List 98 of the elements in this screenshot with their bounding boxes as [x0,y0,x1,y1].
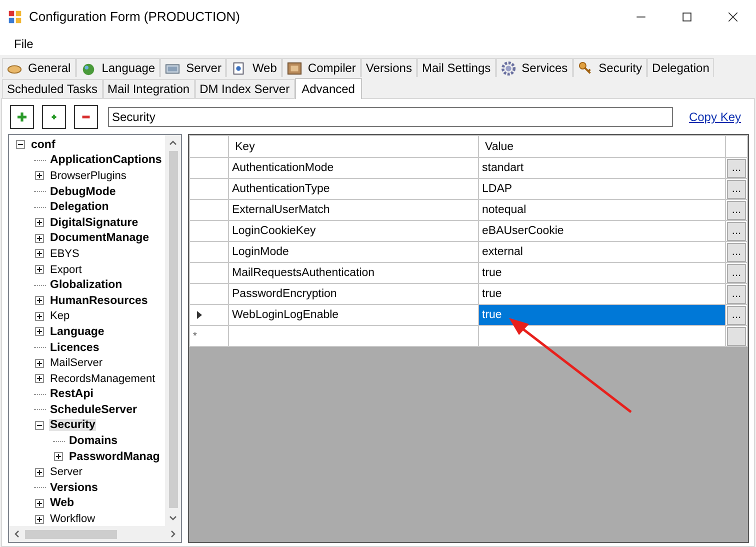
ellipsis-button[interactable]: ... [727,200,746,220]
tree-item[interactable]: MailServer [49,357,104,370]
table-cell[interactable]: notequal [478,200,726,220]
tab[interactable]: Mail Settings [416,58,496,77]
table-cell[interactable]: standart [478,158,726,178]
tab[interactable]: Server [160,58,226,77]
collapse-icon[interactable] [35,420,44,430]
tree-item[interactable]: Web [49,497,76,510]
expand-icon[interactable] [35,265,44,274]
expand-icon[interactable] [35,249,44,258]
expand-icon[interactable] [35,234,44,243]
horizontal-scrollbar[interactable] [9,526,181,542]
table-cell[interactable] [228,326,478,346]
tree-item[interactable]: Kep [49,310,71,322]
table-cell: LoginCookieKey [228,220,478,242]
scrollbar-thumb[interactable] [168,151,178,508]
tab[interactable]: Advanced [294,78,362,99]
tree-item[interactable]: RecordsManagement [49,372,156,385]
tree-item[interactable]: Licences [49,342,100,354]
expand-icon[interactable] [35,312,44,321]
expand-icon[interactable] [35,327,44,336]
expand-icon[interactable] [35,468,44,477]
tree-item[interactable]: conf [30,138,56,151]
tree-item[interactable]: DocumentManage [49,232,150,244]
table-cell: LoginMode [228,242,478,262]
tab[interactable]: Mail Integration [102,79,195,98]
tree-item[interactable]: RestApi [49,388,94,400]
window-title: Configuration Form (PRODUCTION) [29,9,240,24]
column-header[interactable]: Key [228,136,478,158]
tree-item[interactable]: Versions [49,482,99,494]
table-cell[interactable]: external [478,242,726,262]
tab[interactable]: DM Index Server [194,79,295,98]
tree-item[interactable]: Export [49,264,83,276]
new-row-marker: * [190,326,228,346]
table-cell: PasswordEncryption [228,284,478,304]
tree-item[interactable]: Domains [68,435,119,448]
tab[interactable]: Compiler [282,58,361,77]
tree-item[interactable]: Delegation [49,201,110,214]
path-field[interactable]: Security [108,107,673,127]
tab[interactable]: Scheduled Tasks [2,79,103,98]
table-cell[interactable]: LDAP [478,178,726,200]
tab[interactable]: Security [572,58,648,77]
tab[interactable]: Delegation [647,58,714,77]
add-button[interactable] [10,105,34,129]
app-icon [8,10,22,24]
ellipsis-button[interactable]: ... [727,284,746,304]
expand-icon[interactable] [35,498,44,508]
vertical-scrollbar[interactable] [165,135,181,526]
cell-button[interactable] [727,326,746,346]
collapse-icon[interactable] [16,140,25,150]
remove-button[interactable] [74,105,98,129]
table-cell: AuthenticationType [228,178,478,200]
table-cell[interactable]: eBAUserCookie [478,220,726,242]
table-cell: ExternalUserMatch [228,200,478,220]
ellipsis-button[interactable]: ... [727,242,746,262]
tree-item[interactable]: BrowserPlugins [49,170,128,182]
tree-item[interactable]: PasswordManag [68,450,161,463]
ellipsis-button[interactable]: ... [727,158,746,178]
tree-item[interactable]: Language [49,326,106,338]
tree-item[interactable]: EBYS [49,248,80,260]
expand-icon[interactable] [35,514,44,524]
menu-item[interactable]: File [0,37,42,51]
column-header[interactable]: Value [478,136,726,158]
table-cell: MailRequestsAuthentication [228,262,478,284]
add-child-button[interactable] [42,105,66,129]
tree-item[interactable]: HumanResources [49,294,149,307]
add-icon [16,111,28,123]
row-header[interactable] [190,304,228,326]
tree-item[interactable]: Globalization [49,279,124,292]
tree-item[interactable]: Workflow [49,513,96,526]
ellipsis-button[interactable]: ... [727,180,746,198]
expand-icon[interactable] [35,171,44,180]
table-cell[interactable]: true [478,262,726,284]
tree-item[interactable]: ScheduleServer [49,404,138,416]
ellipsis-button[interactable]: ... [727,264,746,282]
tab[interactable]: Web [226,58,282,77]
table-cell[interactable]: true [478,304,726,326]
table-cell: WebLoginLogEnable [228,304,478,326]
tree-item[interactable]: Server [49,466,84,478]
table-cell: AuthenticationMode [228,158,478,178]
expand-icon[interactable] [35,358,44,368]
copy-key-link[interactable]: Copy Key [688,110,741,124]
tree-item[interactable]: ApplicationCaptions [49,154,163,166]
tree-item[interactable]: DigitalSignature [49,216,140,229]
ellipsis-button[interactable]: ... [727,222,746,240]
expand-icon[interactable] [35,374,44,384]
expand-icon[interactable] [35,218,44,228]
ellipsis-button[interactable]: ... [727,306,746,324]
tab[interactable]: Versions [360,58,417,77]
row-pointer-icon [195,310,204,320]
scrollbar-thumb[interactable] [25,530,117,538]
tab[interactable]: Services [496,58,573,77]
expand-icon[interactable] [35,296,44,306]
expand-icon[interactable] [54,452,63,462]
tab[interactable]: General [2,58,76,77]
tree-item[interactable]: Security [49,419,96,432]
tree-item[interactable]: DebugMode [49,186,117,198]
tab[interactable]: Language [76,58,160,77]
